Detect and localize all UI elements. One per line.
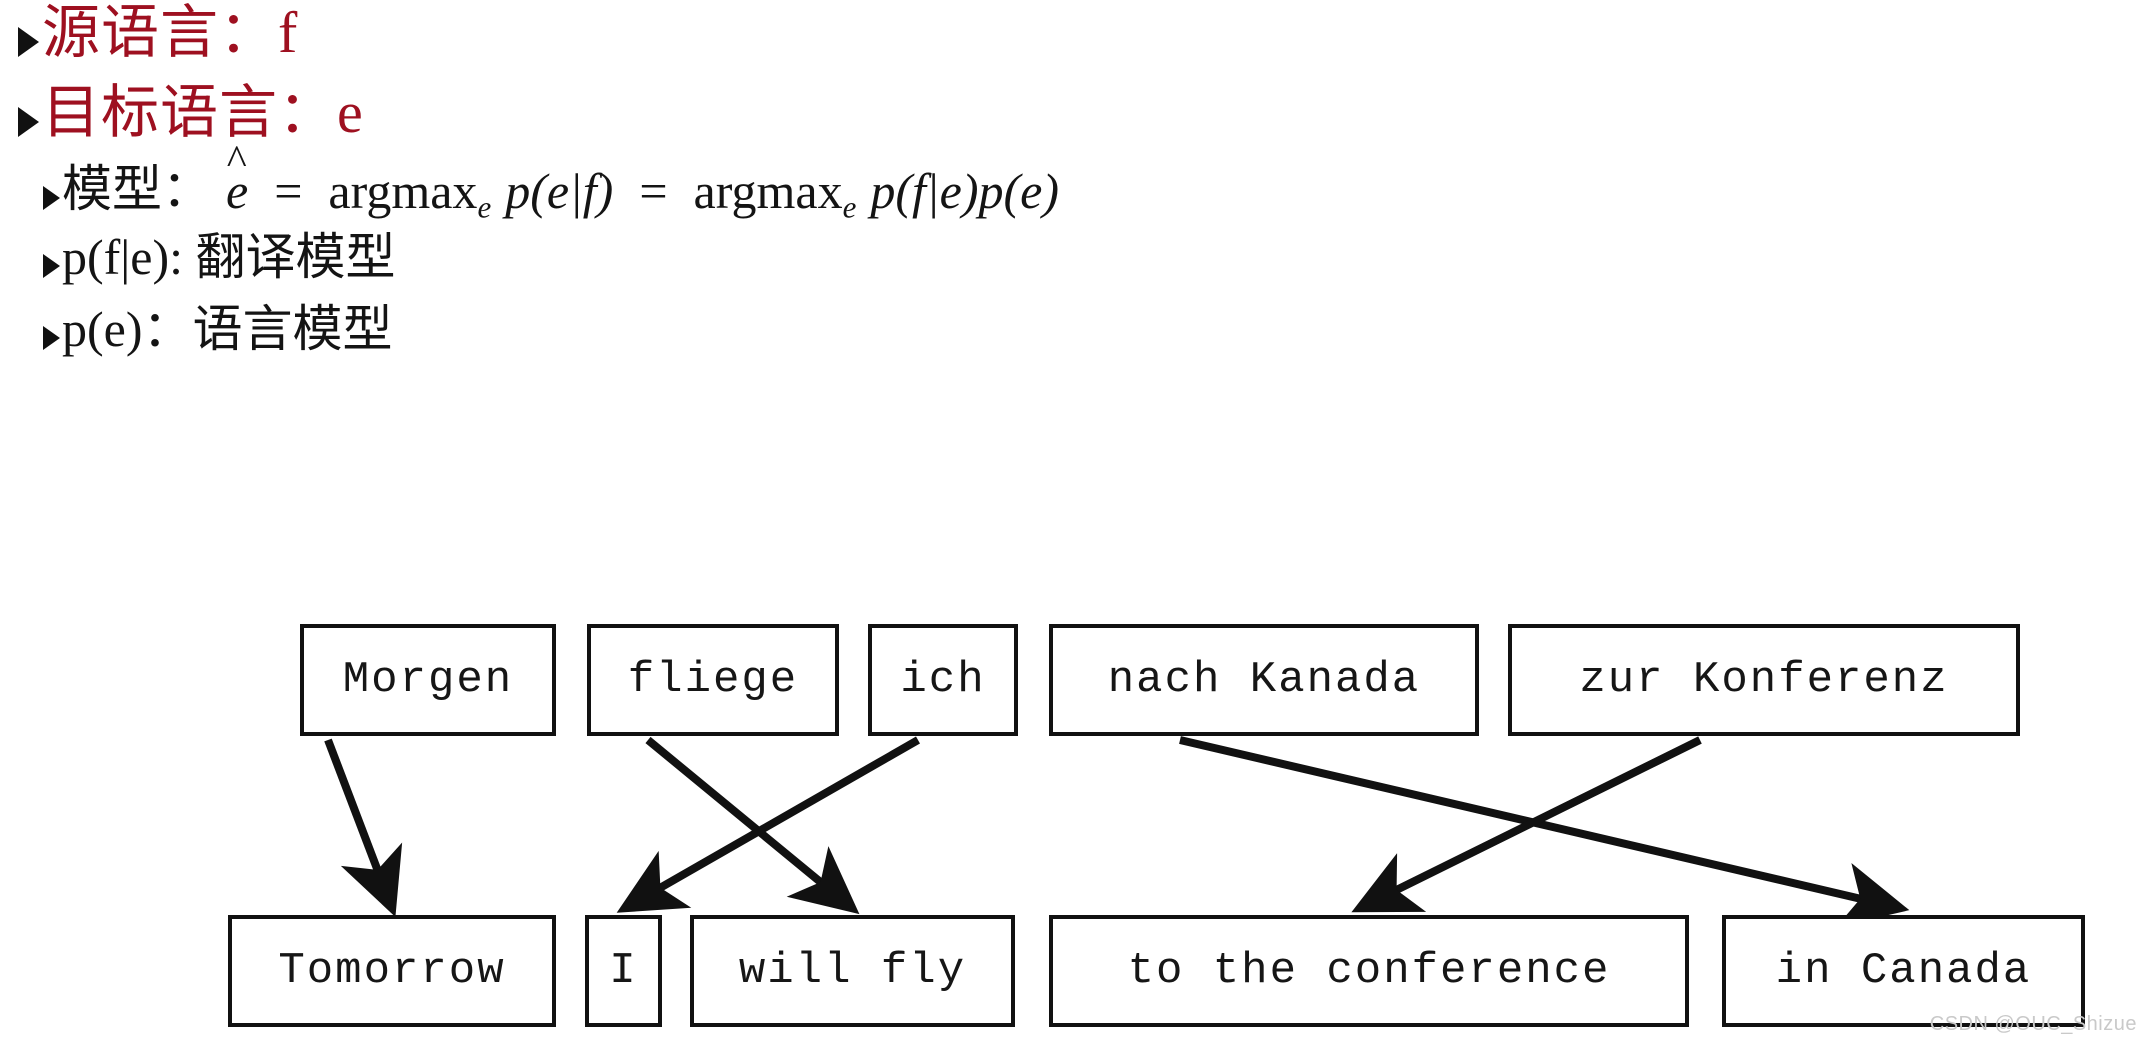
target-word-to-the-conference: to the conference [1049, 915, 1689, 1027]
target-word-in-canada: in Canada [1722, 915, 2085, 1027]
word-alignment-diagram: Morgen fliege ich nach Kanada zur Konferenz … [0, 0, 2143, 1042]
alignment-arrows [324, 736, 1910, 927]
source-word-fliege: fliege [587, 624, 839, 736]
alignment-arrow-nach-kanada-to-in-Canada [1179, 736, 1910, 927]
target-word-i: I [585, 915, 662, 1027]
source-word-morgen: Morgen [300, 624, 556, 736]
alignment-arrow-morgen-to-tomorrow [324, 738, 403, 917]
target-word-tomorrow: Tomorrow [228, 915, 556, 1027]
alignment-arrow-fliege-to-will-fly [645, 736, 860, 915]
source-word-ich: ich [868, 624, 1018, 736]
slide-page: 源语言：f 目标语言：e 模型： ^ e = argmaxe p(e|f) = argmax… [0, 0, 2143, 1042]
watermark: CSDN @OUC_Shizue [1929, 1013, 2137, 1035]
source-word-zur-konferenz: zur Konferenz [1508, 624, 2020, 736]
alignment-arrow-ich-to-I [616, 736, 920, 913]
alignment-arrow-zur-konferenz-to-to-the-conference [1351, 736, 1702, 913]
source-word-nach-kanada: nach Kanada [1049, 624, 1479, 736]
target-word-will-fly: will fly [690, 915, 1015, 1027]
